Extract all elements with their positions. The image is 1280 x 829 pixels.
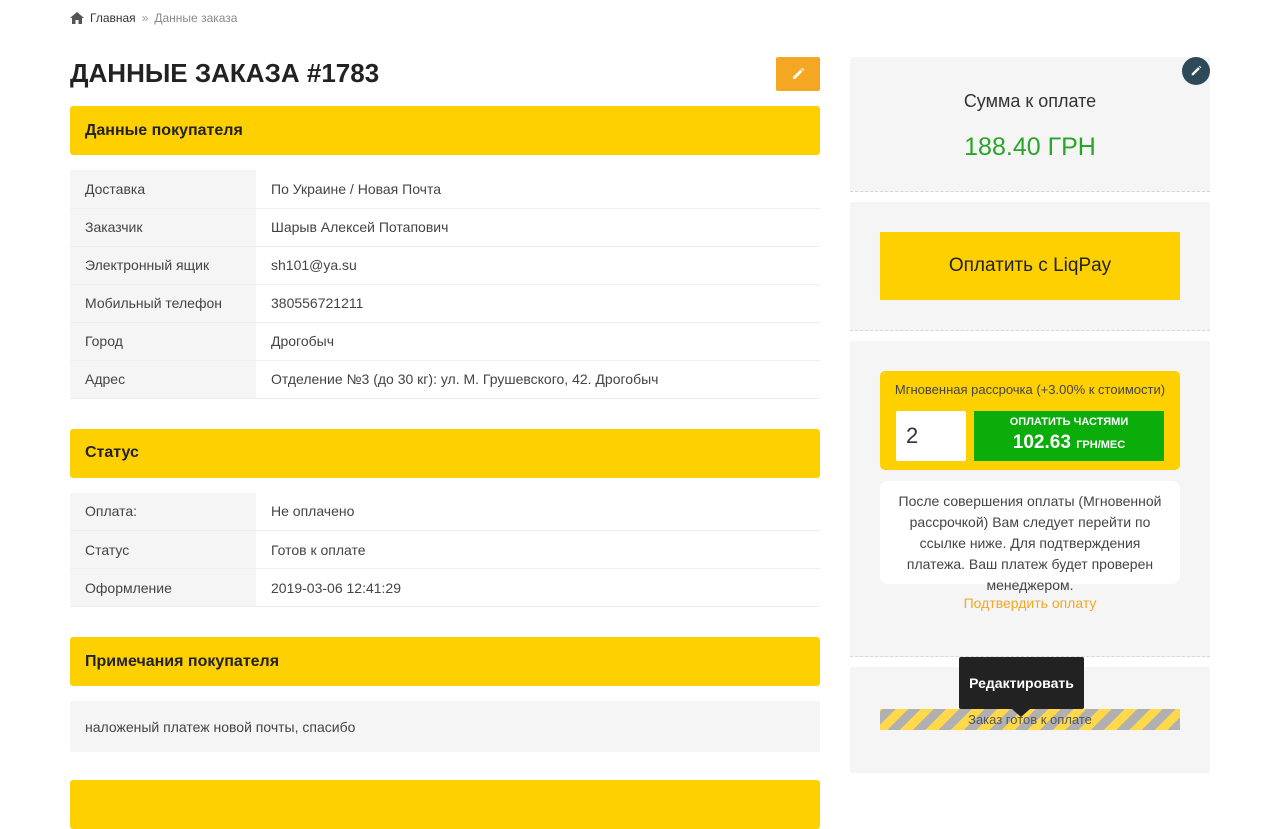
order-status-panel: Заказ готов к оплате Редактировать (850, 657, 1210, 773)
row-key: Город (70, 322, 256, 361)
breadcrumb-home-link[interactable]: Главная (70, 11, 136, 25)
home-icon (70, 12, 84, 24)
sum-label: Сумма к оплате (963, 91, 1097, 111)
installment-title: Мгновенная рассрочка (+3.00% к стоимости… (894, 382, 1166, 397)
row-key: Заказчик (70, 208, 256, 247)
monthly-unit: ГРН/МЕС (1076, 439, 1126, 451)
edit-sum-button[interactable] (1182, 57, 1210, 85)
buyer-section-heading: Данные покупателя (70, 106, 820, 155)
edit-tooltip: Редактировать (959, 657, 1084, 717)
monthly-amount: 102.63 (1012, 432, 1071, 453)
months-input[interactable] (896, 411, 966, 461)
payment-sidebar: Сумма к оплате 188.40 ГРН Оплатить с Liq… (850, 57, 1210, 773)
table-row: Город Дрогобыч (70, 322, 820, 361)
liqpay-button[interactable]: Оплатить с LiqPay (880, 232, 1180, 300)
order-details: Данные покупателя Доставка По Украине / … (70, 106, 820, 752)
pay-in-parts-button[interactable]: ОПЛАТИТЬ ЧАСТЯМИ 102.63 ГРН/МЕС (974, 411, 1164, 461)
installment-panel: Мгновенная рассрочка (+3.00% к стоимости… (850, 341, 1210, 657)
breadcrumb-current: Данные заказа (154, 11, 238, 25)
row-key: Оплата: (70, 492, 256, 531)
table-row: Электронный ящик sh101@ya.su (70, 246, 820, 285)
table-row: Оформление 2019-03-06 12:41:29 (70, 568, 820, 607)
pay-in-parts-label: ОПЛАТИТЬ ЧАСТЯМИ (1009, 416, 1129, 428)
table-row: Мобильный телефон 380556721211 (70, 284, 820, 323)
buyer-table: Доставка По Украине / Новая Почта Заказч… (70, 170, 820, 399)
breadcrumb: Главная » Данные заказа (70, 10, 237, 26)
row-value: 380556721211 (256, 284, 820, 323)
status-section-heading: Статус (70, 428, 820, 478)
row-value: Не оплачено (256, 492, 820, 531)
status-table: Оплата: Не оплачено Статус Готов к оплат… (70, 492, 820, 607)
table-row: Заказчик Шарыв Алексей Потапович (70, 208, 820, 247)
row-value: По Украине / Новая Почта (256, 170, 820, 209)
pencil-icon (1191, 65, 1202, 76)
row-value: Готов к оплате (256, 530, 820, 569)
row-value: sh101@ya.su (256, 246, 820, 285)
row-value: Отделение №3 (до 30 кг): ул. М. Грушевск… (256, 360, 820, 399)
buyer-notes: наложеный платеж новой почты, спасибо (70, 701, 820, 752)
row-key: Оформление (70, 568, 256, 607)
sum-panel: Сумма к оплате 188.40 ГРН (850, 57, 1210, 192)
next-section-heading (70, 780, 820, 829)
page-title: ДАННЫЕ ЗАКАЗА #1783 (70, 58, 380, 88)
table-row: Доставка По Украине / Новая Почта (70, 170, 820, 209)
installment-info-text: После совершения оплаты (Мгновенной расс… (880, 481, 1180, 593)
table-row: Статус Готов к оплате (70, 530, 820, 569)
notes-section-heading: Примечания покупателя (70, 637, 820, 686)
pencil-icon (793, 67, 805, 79)
row-value: Дрогобыч (256, 322, 820, 361)
edit-order-button[interactable] (776, 57, 820, 91)
row-value: 2019-03-06 12:41:29 (256, 568, 820, 607)
table-row: Оплата: Не оплачено (70, 492, 820, 531)
row-key: Мобильный телефон (70, 284, 256, 323)
confirm-payment-link[interactable]: Подтвердить оплату (850, 595, 1210, 611)
row-key: Электронный ящик (70, 246, 256, 285)
row-key: Статус (70, 530, 256, 569)
installment-card: Мгновенная рассрочка (+3.00% к стоимости… (880, 371, 1180, 470)
order-status-bar: Заказ готов к оплате (880, 709, 1180, 730)
breadcrumb-home-label: Главная (90, 11, 136, 25)
table-row: Адрес Отделение №3 (до 30 кг): ул. М. Гр… (70, 360, 820, 399)
monthly-amount-line: 102.63 ГРН/МЕС (974, 432, 1164, 454)
row-value: Шарыв Алексей Потапович (256, 208, 820, 247)
liqpay-panel: Оплатить с LiqPay (850, 202, 1210, 331)
row-key: Доставка (70, 170, 256, 209)
breadcrumb-separator: » (141, 11, 149, 25)
sum-value: 188.40 ГРН (964, 133, 1096, 161)
row-key: Адрес (70, 360, 256, 399)
